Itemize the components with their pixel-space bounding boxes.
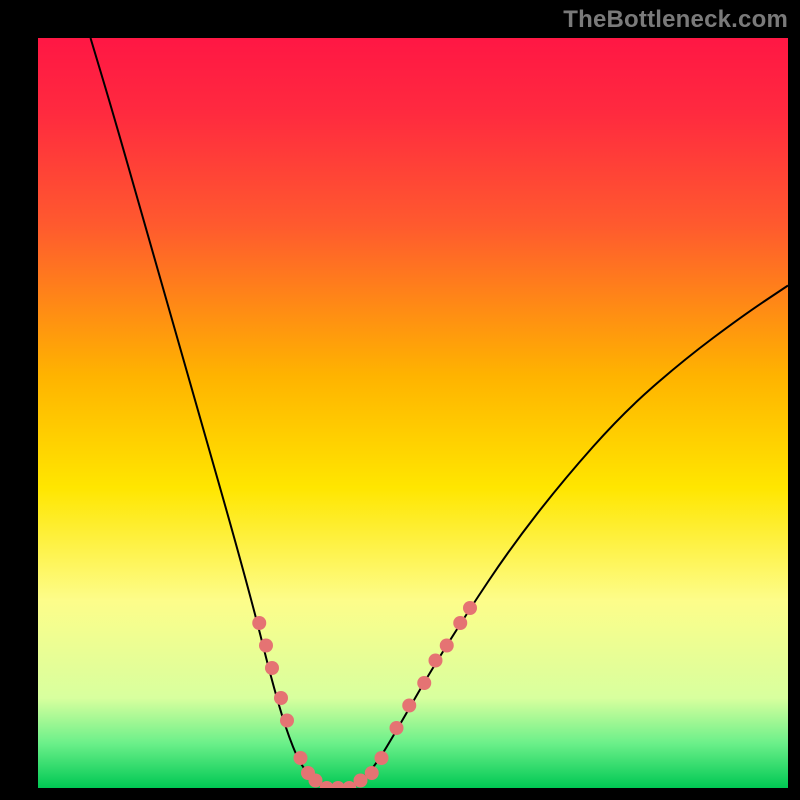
chart-svg bbox=[0, 0, 800, 800]
highlight-dot bbox=[440, 639, 454, 653]
highlight-dot bbox=[259, 639, 273, 653]
highlight-dot bbox=[375, 751, 389, 765]
highlight-dot bbox=[274, 691, 288, 705]
highlight-dot bbox=[365, 766, 379, 780]
highlight-dot bbox=[294, 751, 308, 765]
highlight-dot bbox=[390, 721, 404, 735]
highlight-dot bbox=[265, 661, 279, 675]
highlight-dot bbox=[463, 601, 477, 615]
highlight-dot bbox=[429, 654, 443, 668]
chart-stage: TheBottleneck.com bbox=[0, 0, 800, 800]
plot-background bbox=[38, 38, 788, 788]
highlight-dot bbox=[417, 676, 431, 690]
highlight-dot bbox=[453, 616, 467, 630]
highlight-dot bbox=[280, 714, 294, 728]
highlight-dot bbox=[402, 699, 416, 713]
watermark-text: TheBottleneck.com bbox=[563, 6, 788, 34]
highlight-dot bbox=[252, 616, 266, 630]
